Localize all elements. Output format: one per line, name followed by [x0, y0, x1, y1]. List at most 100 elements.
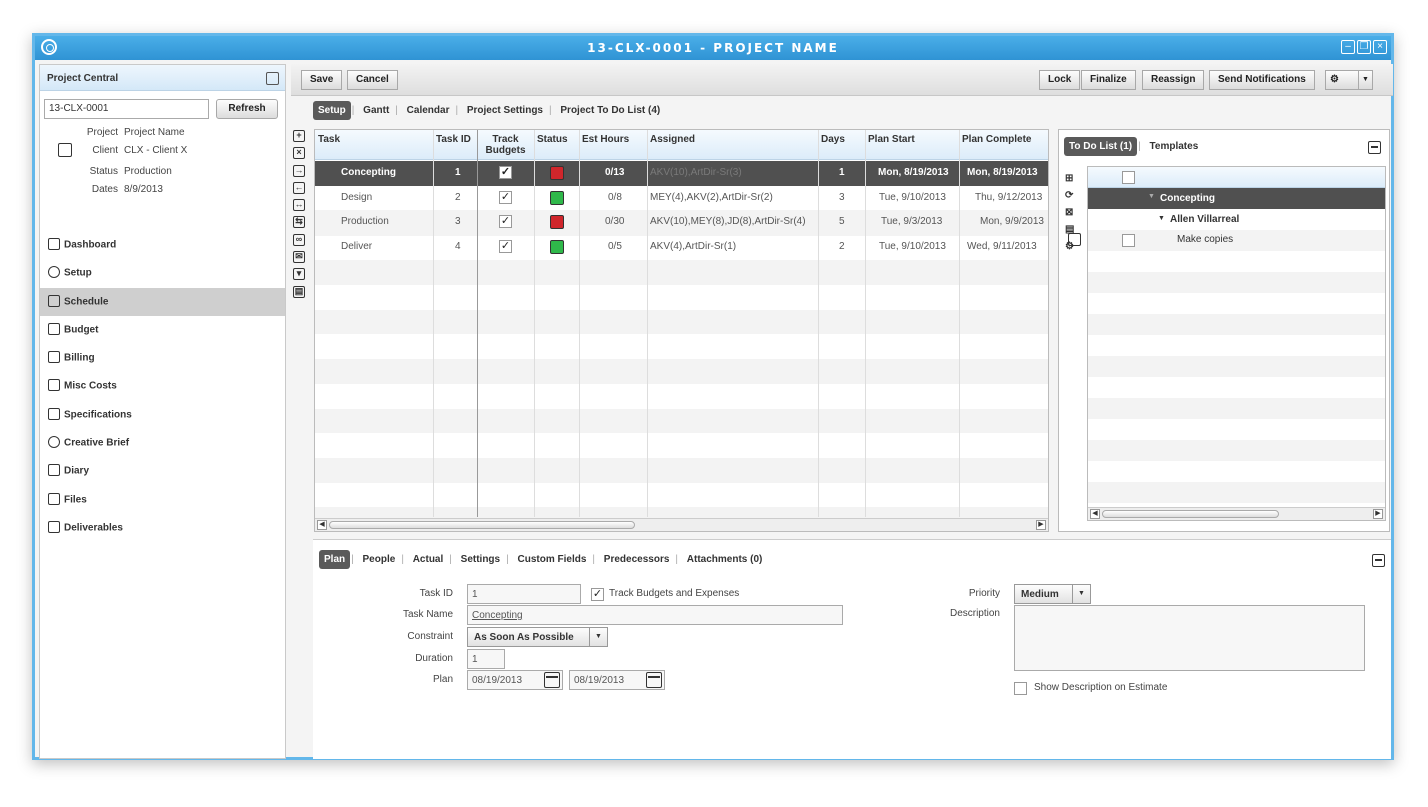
table-row[interactable]: Design 2 ✓ 0/8 MEY(4),AKV(2),ArtDir-Sr(2… [315, 186, 1048, 211]
tab-gantt[interactable]: Gantt [358, 101, 394, 120]
project-number-input[interactable]: 13-CLX-0001 [44, 99, 209, 119]
scroll-thumb[interactable] [1102, 510, 1279, 518]
col-est-hours[interactable]: Est Hours [579, 130, 647, 160]
nav-item-creative-brief[interactable]: Creative Brief [40, 429, 285, 457]
chevron-down-icon[interactable]: ▼ [589, 628, 607, 646]
filter-icon[interactable]: ▾ [293, 268, 305, 281]
scroll-right-icon[interactable]: ▶ [1373, 509, 1383, 519]
nav-item-diary[interactable]: Diary [40, 457, 285, 485]
col-track-budgets[interactable]: Track Budgets [477, 130, 534, 160]
outdent-icon[interactable]: ← [293, 181, 305, 194]
send-notifications-button[interactable]: Send Notifications [1209, 70, 1315, 90]
show-description-checkbox[interactable] [1014, 682, 1027, 695]
close-icon[interactable]: × [1373, 40, 1387, 54]
collapse-panel-icon[interactable] [266, 72, 279, 85]
restore-icon[interactable]: ❐ [1357, 40, 1371, 54]
tab-setup[interactable]: Setup [313, 101, 351, 120]
collapse-todo-icon[interactable] [1368, 141, 1381, 154]
track-budgets-checkbox[interactable]: ✓ [591, 588, 604, 601]
constraint-select[interactable]: As Soon As Possible ▼ [467, 627, 608, 647]
tree-row-task[interactable]: ▼ Concepting [1088, 188, 1385, 209]
todo-item-checkbox[interactable] [1122, 234, 1135, 247]
nav-item-dashboard[interactable]: Dashboard [40, 231, 285, 259]
nav-item-schedule[interactable]: Schedule [40, 287, 285, 316]
nav-item-misc-costs[interactable]: Misc Costs [40, 372, 285, 400]
tab-settings[interactable]: Settings [456, 550, 505, 569]
tab-people[interactable]: People [358, 550, 401, 569]
tab-project-settings[interactable]: Project Settings [462, 101, 548, 120]
tab-templates[interactable]: Templates [1145, 137, 1204, 156]
task-id-field[interactable]: 1 [467, 584, 581, 604]
chevron-down-icon[interactable]: ▼ [1358, 71, 1372, 89]
tab-todo-list[interactable]: To Do List (1) [1064, 137, 1138, 156]
tab-attachments[interactable]: Attachments (0) [682, 550, 768, 569]
print-icon[interactable]: ▤ [293, 285, 305, 298]
expand-arrow-icon[interactable]: ▼ [1158, 215, 1165, 222]
tree-row-item[interactable]: Make copies [1088, 230, 1385, 251]
nav-item-budget[interactable]: Budget [40, 316, 285, 344]
refresh-todo-icon[interactable]: ⟳ [1065, 187, 1079, 204]
lock-button[interactable]: Lock [1039, 70, 1081, 90]
nav-item-specifications[interactable]: Specifications [40, 401, 285, 429]
todo-horizontal-scrollbar[interactable]: ◀ ▶ [1088, 507, 1385, 520]
table-row[interactable]: Deliver 4 ✓ 0/5 AKV(4),ArtDir-Sr(1) 2 Tu… [315, 235, 1048, 260]
table-row[interactable]: Production 3 ✓ 0/30 AKV(10),MEY(8),JD(8)… [315, 210, 1048, 236]
collapse-detail-icon[interactable] [1372, 554, 1385, 567]
col-task[interactable]: Task [315, 130, 433, 160]
nav-item-billing[interactable]: Billing [40, 344, 285, 372]
col-days[interactable]: Days [818, 130, 865, 160]
col-status[interactable]: Status [534, 130, 579, 160]
indent-icon[interactable]: → [293, 164, 305, 177]
col-plan-start[interactable]: Plan Start [865, 130, 959, 160]
calendar-icon[interactable] [646, 672, 662, 688]
scroll-left-icon[interactable]: ◀ [1090, 509, 1100, 519]
chevron-down-icon[interactable]: ▼ [1072, 585, 1090, 603]
task-name-field[interactable]: Concepting [467, 605, 843, 625]
duration-field[interactable]: 1 [467, 649, 505, 669]
delete-todo-icon[interactable]: ⊠ [1065, 204, 1079, 221]
refresh-button[interactable]: Refresh [216, 99, 278, 119]
cancel-button[interactable]: Cancel [347, 70, 398, 90]
track-budgets-checkbox[interactable]: ✓ [499, 240, 512, 254]
expand-arrow-icon[interactable]: ▼ [1148, 193, 1155, 200]
track-budgets-checkbox[interactable]: ✓ [499, 215, 512, 229]
tab-actual[interactable]: Actual [408, 550, 449, 569]
expand-icon[interactable]: ↔ [293, 199, 305, 212]
link-icon[interactable]: ∞ [293, 233, 305, 246]
tab-predecessors[interactable]: Predecessors [599, 550, 675, 569]
save-button[interactable]: Save [301, 70, 343, 90]
add-task-icon[interactable]: + [293, 130, 305, 142]
tab-plan[interactable]: Plan [319, 550, 351, 569]
select-all-checkbox[interactable] [1122, 171, 1135, 184]
add-todo-icon[interactable]: ⊞ [1065, 170, 1079, 187]
nav-item-setup[interactable]: Setup [40, 259, 285, 287]
nav-item-files[interactable]: Files [40, 486, 285, 514]
tab-project-todo[interactable]: Project To Do List (4) [555, 101, 665, 120]
settings-menu-button[interactable]: ⚙ ▼ [1325, 70, 1373, 90]
col-task-id[interactable]: Task ID [433, 130, 477, 160]
tree-row-person[interactable]: ▼ Allen Villarreal [1088, 209, 1385, 230]
tab-calendar[interactable]: Calendar [402, 101, 455, 120]
scroll-thumb[interactable] [329, 521, 635, 529]
edit-todo-icon[interactable] [1068, 233, 1081, 246]
description-field[interactable] [1014, 605, 1365, 671]
track-budgets-checkbox[interactable]: ✓ [499, 190, 512, 204]
delete-task-icon[interactable]: × [293, 147, 305, 160]
col-plan-complete[interactable]: Plan Complete [959, 130, 1048, 160]
scroll-right-icon[interactable]: ▶ [1036, 520, 1046, 530]
reassign-button[interactable]: Reassign [1142, 70, 1205, 90]
tab-custom-fields[interactable]: Custom Fields [513, 550, 592, 569]
track-budgets-checkbox[interactable]: ✓ [499, 166, 512, 179]
grid-horizontal-scrollbar[interactable]: ◀ ▶ [315, 518, 1048, 531]
priority-select[interactable]: Medium ▼ [1014, 584, 1091, 604]
col-assigned[interactable]: Assigned [647, 130, 818, 160]
collapse-icon[interactable]: ⇆ [293, 216, 305, 229]
email-icon[interactable]: ✉ [293, 251, 305, 264]
table-row[interactable]: Concepting 1 ✓ 0/13 AKV(10),ArtDir-Sr(3)… [315, 161, 1048, 186]
finalize-button[interactable]: Finalize [1081, 70, 1136, 90]
minimize-icon[interactable]: – [1341, 40, 1355, 54]
deliverables-icon [48, 520, 60, 533]
scroll-left-icon[interactable]: ◀ [317, 520, 327, 530]
calendar-icon[interactable] [544, 672, 560, 688]
nav-item-deliverables[interactable]: Deliverables [40, 514, 285, 542]
